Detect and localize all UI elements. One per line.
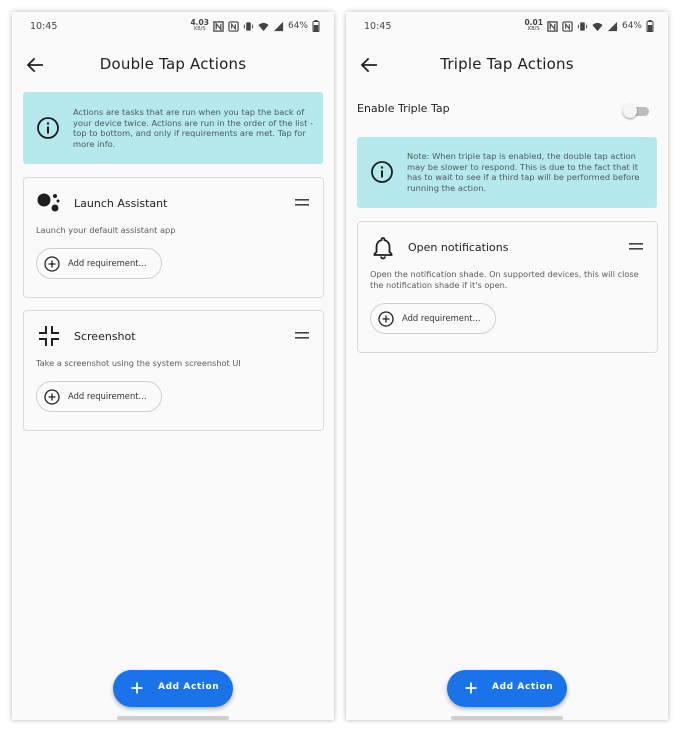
network-speed-unit: KB/S bbox=[193, 26, 206, 32]
add-requirement-label: Add requirement... bbox=[68, 258, 147, 268]
info-banner[interactable]: Note: When triple tap is enabled, the do… bbox=[357, 137, 657, 208]
enable-triple-tap-label: Enable Triple Tap bbox=[357, 102, 450, 115]
switch-thumb bbox=[623, 104, 637, 118]
action-title: Screenshot bbox=[74, 330, 136, 343]
vibrate-icon bbox=[577, 21, 588, 32]
page-title: Double Tap Actions bbox=[99, 55, 247, 73]
network-speed-value: 4.03 bbox=[190, 18, 209, 27]
status-bar: 10:45 0.01 KB/S 64% bbox=[346, 12, 668, 40]
page-title: Triple Tap Actions bbox=[440, 55, 574, 73]
signal-icon bbox=[607, 21, 618, 32]
network-speed-unit: KB/S bbox=[527, 26, 540, 32]
network-speed-value: 0.01 bbox=[524, 18, 543, 27]
plus-circle-icon bbox=[44, 389, 60, 405]
add-action-button[interactable]: Add Action bbox=[447, 670, 567, 707]
nfc-icon bbox=[562, 21, 573, 32]
add-requirement-button[interactable]: Add requirement... bbox=[36, 381, 162, 412]
action-card-screenshot[interactable]: Screenshot Take a screenshot using the s… bbox=[23, 310, 324, 431]
status-time: 10:45 bbox=[30, 21, 58, 32]
screenshot-icon bbox=[36, 323, 62, 349]
drag-handle-icon[interactable] bbox=[295, 199, 309, 206]
add-requirement-label: Add requirement... bbox=[68, 391, 147, 401]
network-speed: 4.03 KB/S bbox=[190, 19, 209, 33]
nfc-icon bbox=[228, 21, 239, 32]
gesture-nav-bar[interactable] bbox=[117, 716, 229, 720]
gesture-nav-bar[interactable] bbox=[451, 716, 563, 720]
battery-icon bbox=[312, 20, 320, 32]
battery-percent: 64% bbox=[621, 21, 642, 31]
battery-percent: 64% bbox=[287, 21, 308, 31]
wifi-icon bbox=[258, 21, 269, 32]
add-action-label: Add Action bbox=[158, 682, 220, 692]
action-description: Open the notification shade. On supporte… bbox=[370, 269, 639, 290]
status-time: 10:45 bbox=[364, 21, 392, 32]
enable-triple-tap-row[interactable]: Enable Triple Tap bbox=[357, 100, 657, 120]
action-card-open-notifications[interactable]: Open notifications Open the notification… bbox=[357, 221, 658, 353]
action-description: Take a screenshot using the system scree… bbox=[36, 358, 241, 368]
bell-icon bbox=[370, 234, 396, 260]
status-icons: 4.03 KB/S 64% bbox=[190, 19, 320, 33]
double-tap-screen: 10:45 4.03 KB/S 64% Double Tap Actions A… bbox=[12, 12, 334, 720]
action-card-launch-assistant[interactable]: Launch Assistant Launch your default ass… bbox=[23, 177, 324, 298]
info-icon bbox=[36, 116, 60, 140]
info-icon bbox=[370, 160, 394, 184]
wifi-icon bbox=[592, 21, 603, 32]
status-icons: 0.01 KB/S 64% bbox=[524, 19, 654, 33]
n-notification-icon bbox=[213, 21, 224, 32]
n-notification-icon bbox=[547, 21, 558, 32]
info-banner-text: Note: When triple tap is enabled, the do… bbox=[407, 151, 640, 193]
status-bar: 10:45 4.03 KB/S 64% bbox=[12, 12, 334, 40]
add-requirement-button[interactable]: Add requirement... bbox=[36, 248, 162, 279]
plus-circle-icon bbox=[44, 256, 60, 272]
enable-triple-tap-switch[interactable] bbox=[623, 103, 651, 118]
add-action-button[interactable]: Add Action bbox=[113, 670, 233, 707]
battery-icon bbox=[646, 20, 654, 32]
plus-icon bbox=[130, 681, 144, 695]
drag-handle-icon[interactable] bbox=[295, 332, 309, 339]
add-requirement-button[interactable]: Add requirement... bbox=[370, 303, 496, 334]
assistant-icon bbox=[36, 190, 62, 216]
add-action-label: Add Action bbox=[492, 682, 554, 692]
info-banner-text: Actions are tasks that are run when you … bbox=[73, 107, 313, 149]
action-description: Launch your default assistant app bbox=[36, 225, 176, 235]
action-title: Launch Assistant bbox=[74, 197, 168, 210]
app-bar: Triple Tap Actions bbox=[346, 50, 668, 82]
triple-tap-screen: 10:45 0.01 KB/S 64% Triple Tap Actions E… bbox=[346, 12, 668, 720]
info-banner[interactable]: Actions are tasks that are run when you … bbox=[23, 92, 323, 164]
signal-icon bbox=[273, 21, 284, 32]
plus-circle-icon bbox=[378, 311, 394, 327]
vibrate-icon bbox=[243, 21, 254, 32]
action-title: Open notifications bbox=[408, 241, 509, 254]
network-speed: 0.01 KB/S bbox=[524, 19, 543, 33]
drag-handle-icon[interactable] bbox=[629, 243, 643, 250]
add-requirement-label: Add requirement... bbox=[402, 313, 481, 323]
app-bar: Double Tap Actions bbox=[12, 50, 334, 82]
plus-icon bbox=[464, 681, 478, 695]
